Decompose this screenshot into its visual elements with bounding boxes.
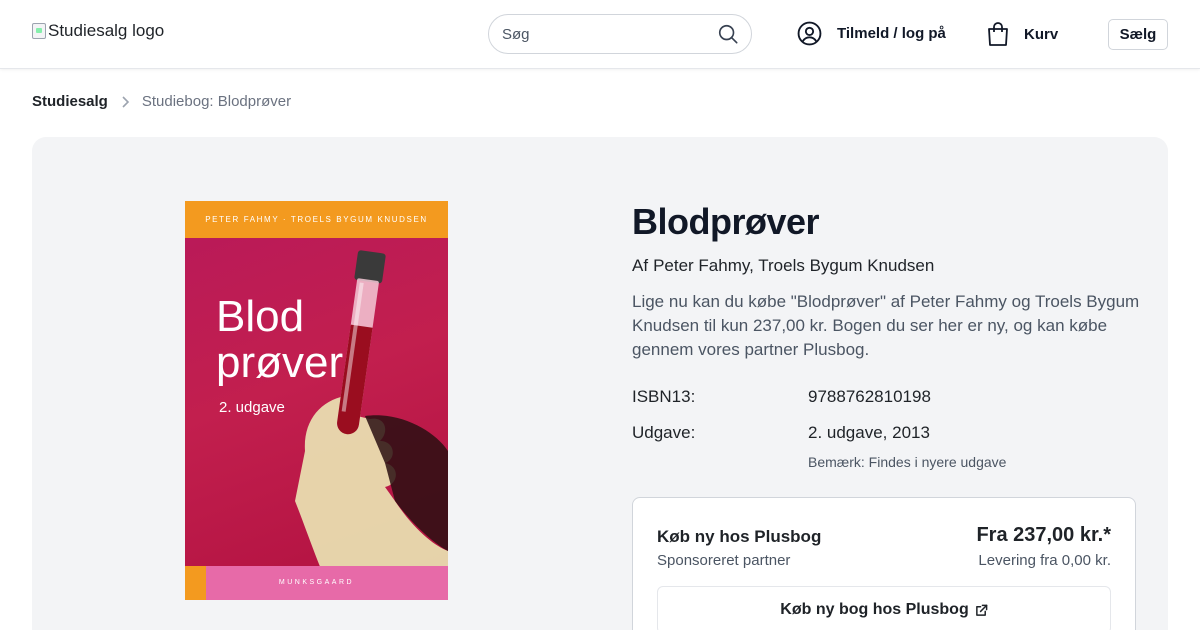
isbn-label: ISBN13: xyxy=(632,387,696,406)
breadcrumb-home-link[interactable]: Studiesalg xyxy=(32,93,108,110)
isbn-value: 9788762810198 xyxy=(808,387,931,406)
byline-prefix: Af xyxy=(632,256,649,275)
cart-link[interactable]: Kurv xyxy=(986,21,1058,47)
broken-image-icon xyxy=(32,23,46,39)
product-title: Blodprøver xyxy=(632,201,820,242)
buy-button-label: Køb ny bog hos Plusbog xyxy=(780,601,969,618)
author-names: Peter Fahmy, Troels Bygum Knudsen xyxy=(653,256,935,275)
cover-authors: PETER FAHMY · TROELS BYGUM KNUDSEN xyxy=(205,215,428,224)
search-icon[interactable] xyxy=(717,23,739,45)
cover-publisher: MUNKSGAARD xyxy=(278,579,355,586)
cover-title-line-1: Blod xyxy=(216,292,305,341)
breadcrumb-current: Studiebog: Blodprøver xyxy=(141,93,292,110)
cart-label: Kurv xyxy=(1024,25,1059,43)
product-description: Lige nu kan du købe "Blodprøver" af Pete… xyxy=(632,292,1140,359)
search-input[interactable] xyxy=(502,15,712,53)
breadcrumb: Studiesalg Studiebog: Blodprøver xyxy=(32,93,291,110)
cover-edition: 2. udgave xyxy=(219,399,285,416)
edition-note: Bemærk: Findes i nyere udgave xyxy=(808,454,1007,470)
login-link[interactable]: Tilmeld / log på xyxy=(797,21,946,46)
search-bar xyxy=(488,14,752,54)
book-cover-image: PETER FAHMY · TROELS BYGUM KNUDSEN Blod … xyxy=(185,201,448,600)
edition-label: Udgave: xyxy=(632,423,696,442)
site-header: Studiesalg logo Tilmeld / log på Kurv Sæ… xyxy=(0,0,1200,69)
buy-at-plusbog-button[interactable]: Køb ny bog hos Plusbog xyxy=(657,586,1111,630)
cover-title-line-2: prøver xyxy=(216,338,344,387)
external-link-icon xyxy=(975,604,988,616)
login-label: Tilmeld / log på xyxy=(837,25,946,42)
sponsored-label: Sponsoreret partner xyxy=(657,552,791,569)
edition-value: 2. udgave, 2013 xyxy=(808,423,930,442)
offer-price: Fra 237,00 kr.* xyxy=(976,524,1111,546)
site-logo[interactable]: Studiesalg logo xyxy=(32,21,164,41)
logo-alt-text: Studiesalg logo xyxy=(48,21,165,40)
author-byline: Af Peter Fahmy, Troels Bygum Knudsen xyxy=(632,256,934,276)
shopping-bag-icon xyxy=(988,22,1008,46)
offer-seller: Køb ny hos Plusbog xyxy=(657,527,822,546)
chevron-right-icon xyxy=(122,95,129,108)
user-circle-icon xyxy=(797,21,822,46)
offer-card: Køb ny hos Plusbog Sponsoreret partner F… xyxy=(632,497,1136,630)
delivery-price: Levering fra 0,00 kr. xyxy=(978,552,1111,569)
sell-button[interactable]: Sælg xyxy=(1108,19,1168,50)
